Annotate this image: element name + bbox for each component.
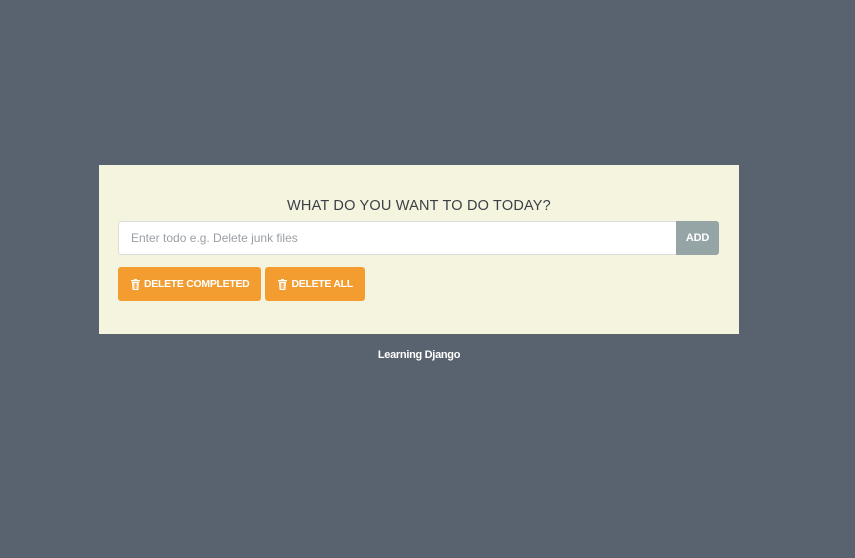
delete-completed-label: DELETE COMPLETED xyxy=(144,278,250,290)
trash-icon xyxy=(278,278,288,290)
todo-input-group: ADD xyxy=(118,221,719,255)
delete-completed-button[interactable]: DELETE COMPLETED xyxy=(118,267,262,301)
footer-text: Learning Django xyxy=(377,349,461,361)
delete-all-label: DELETE ALL xyxy=(291,278,353,290)
todo-panel: WHAT DO YOU WANT TO DO TODAY? ADD DELETE… xyxy=(99,165,739,334)
action-buttons: DELETE COMPLETED DELETE ALL xyxy=(118,267,365,301)
delete-all-button[interactable]: DELETE ALL xyxy=(265,267,365,301)
page-title: WHAT DO YOU WANT TO DO TODAY? xyxy=(287,198,551,214)
trash-icon xyxy=(131,278,140,290)
add-button[interactable]: ADD xyxy=(676,221,719,255)
todo-input[interactable] xyxy=(118,221,676,255)
